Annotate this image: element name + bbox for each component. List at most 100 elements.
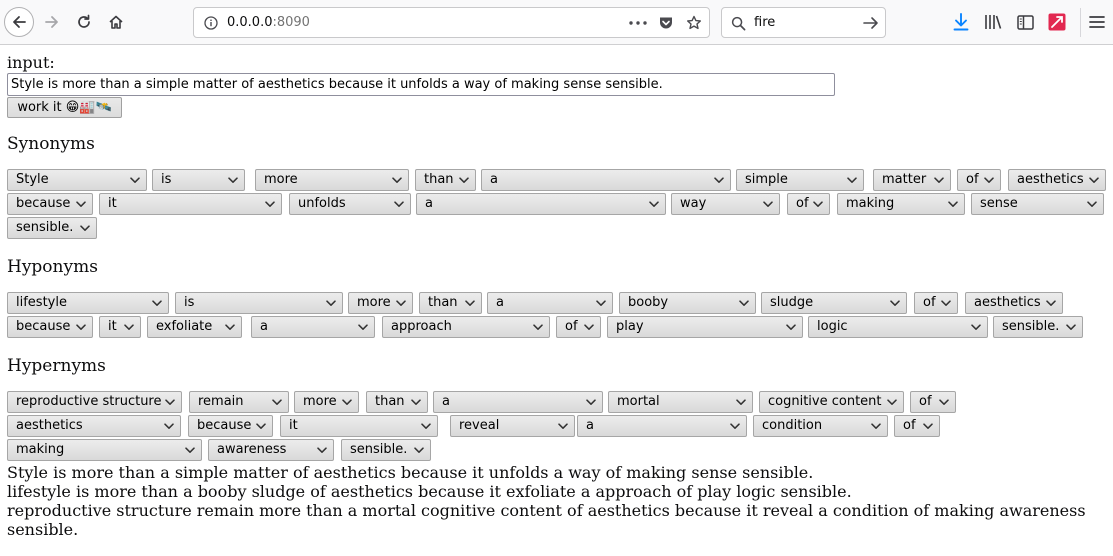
synonyms-word-select[interactable]: sensible. — [7, 217, 97, 239]
hypernyms-word-select[interactable]: of — [894, 415, 940, 437]
hyponyms-word-select[interactable]: more — [348, 292, 413, 314]
more-dots-icon[interactable] — [628, 15, 648, 31]
synonyms-word-select[interactable]: because — [7, 193, 93, 215]
download-icon[interactable] — [952, 13, 970, 31]
synonyms-word-select[interactable]: more — [255, 169, 409, 191]
hyponyms-word-select[interactable]: of — [556, 316, 601, 338]
url-host: 0.0.0.0 — [227, 15, 273, 30]
hyponyms-word-select[interactable]: it — [99, 316, 141, 338]
hyponyms-word-select[interactable]: of — [914, 292, 958, 314]
synonyms-word-select[interactable]: making — [837, 193, 965, 215]
hypernyms-word-select[interactable]: reproductive structure — [7, 391, 182, 413]
hyponyms-word-select[interactable]: is — [175, 292, 343, 314]
info-icon[interactable] — [203, 15, 219, 31]
hypernyms-word-select[interactable]: mortal — [608, 391, 753, 413]
sidebar-icon[interactable] — [1016, 13, 1034, 31]
hypernyms-word-select[interactable]: of — [910, 391, 956, 413]
library-icon[interactable] — [984, 13, 1002, 31]
hypernyms-word-select[interactable]: condition — [753, 415, 888, 437]
hypernyms-word-select[interactable]: a — [433, 391, 603, 413]
chevron-down-icon — [421, 416, 431, 436]
synonyms-word-select[interactable]: is — [152, 169, 245, 191]
chevron-down-icon — [76, 194, 86, 214]
synonyms-word-select[interactable]: of — [787, 193, 830, 215]
hypernyms-word-select[interactable]: a — [577, 415, 747, 437]
chevron-down-icon — [1087, 194, 1097, 214]
chevron-down-icon — [586, 392, 596, 412]
hyponyms-word-select[interactable]: than — [419, 292, 482, 314]
select-value: unfolds — [298, 196, 346, 211]
pocket-icon[interactable] — [657, 14, 675, 32]
chevron-down-icon — [225, 317, 235, 337]
hyponyms-word-select[interactable]: booby — [619, 292, 756, 314]
hyponyms-word-select[interactable]: approach — [382, 316, 550, 338]
sentence-input[interactable]: Style is more than a simple matter of ae… — [7, 73, 835, 96]
select-value: aesthetics — [1017, 172, 1084, 187]
synonyms-word-select[interactable]: Style — [7, 169, 147, 191]
hyponyms-word-select[interactable]: logic — [808, 316, 988, 338]
synonyms-word-select[interactable]: simple — [736, 169, 864, 191]
select-value: sense — [980, 196, 1018, 211]
hypernyms-word-select[interactable]: cognitive content — [759, 391, 904, 413]
hypernyms-word-select[interactable]: awareness — [208, 439, 334, 461]
chevron-down-icon — [152, 293, 162, 313]
synonyms-word-select[interactable]: a — [481, 169, 731, 191]
reload-button[interactable] — [69, 7, 99, 37]
hyponyms-word-select[interactable]: a — [487, 292, 613, 314]
hypernyms-word-select[interactable]: than — [366, 391, 428, 413]
select-value: of — [796, 196, 809, 211]
work-it-button[interactable]: work it 😁🏭🛰️ — [7, 97, 122, 118]
result-line-hyponyms: lifestyle is more than a booby sludge of… — [7, 482, 852, 501]
search-bar[interactable]: fire — [721, 7, 886, 38]
url-text: 0.0.0.0:8090 — [227, 15, 310, 30]
synonyms-word-select[interactable]: of — [957, 169, 1001, 191]
hypernyms-word-select[interactable]: more — [294, 391, 359, 413]
address-bar[interactable]: 0.0.0.0:8090 — [193, 7, 710, 38]
synonyms-word-select[interactable]: it — [99, 193, 282, 215]
hyponyms-title: Hyponyms — [7, 257, 98, 277]
select-value: of — [923, 295, 936, 310]
search-input[interactable]: fire — [754, 15, 775, 30]
select-value: than — [428, 295, 458, 310]
select-value: lifestyle — [16, 295, 67, 310]
hyponyms-word-select[interactable]: a — [251, 316, 375, 338]
chevron-down-icon — [730, 416, 740, 436]
select-value: approach — [391, 319, 452, 334]
hypernyms-word-select[interactable]: it — [280, 415, 438, 437]
back-button[interactable] — [4, 7, 34, 37]
chevron-down-icon — [887, 392, 897, 412]
select-value: logic — [817, 319, 848, 334]
chevron-down-icon — [396, 293, 406, 313]
bookmark-star-icon[interactable] — [685, 14, 703, 32]
chevron-down-icon — [164, 416, 174, 436]
hypernyms-word-select[interactable]: sensible. — [341, 439, 431, 461]
synonyms-word-select[interactable]: aesthetics — [1008, 169, 1106, 191]
hypernyms-word-select[interactable]: reveal — [450, 415, 575, 437]
hyponyms-word-select[interactable]: lifestyle — [7, 292, 169, 314]
home-button[interactable] — [101, 7, 131, 37]
hyponyms-word-select[interactable]: play — [607, 316, 803, 338]
hyponyms-word-select[interactable]: because — [7, 316, 93, 338]
hypernyms-word-select[interactable]: remain — [189, 391, 289, 413]
hypernyms-word-select[interactable]: because — [188, 415, 273, 437]
hyponyms-word-select[interactable]: aesthetics — [965, 292, 1063, 314]
menu-icon[interactable] — [1088, 13, 1106, 31]
addon-icon[interactable] — [1048, 13, 1066, 31]
chevron-down-icon — [890, 293, 900, 313]
synonyms-word-select[interactable]: sense — [971, 193, 1104, 215]
forward-button[interactable] — [37, 7, 67, 37]
synonyms-word-select[interactable]: a — [416, 193, 666, 215]
result-line-hypernyms-continued: sensible. — [7, 520, 79, 539]
chevron-down-icon — [934, 170, 944, 190]
synonyms-word-select[interactable]: matter — [873, 169, 951, 191]
chevron-down-icon — [714, 170, 724, 190]
synonyms-word-select[interactable]: unfolds — [289, 193, 411, 215]
synonyms-word-select[interactable]: than — [415, 169, 476, 191]
hyponyms-word-select[interactable]: sludge — [761, 292, 907, 314]
synonyms-word-select[interactable]: way — [671, 193, 780, 215]
hyponyms-word-select[interactable]: sensible. — [993, 316, 1083, 338]
hyponyms-word-select[interactable]: exfoliate — [147, 316, 242, 338]
hypernyms-word-select[interactable]: making — [7, 439, 202, 461]
hypernyms-word-select[interactable]: aesthetics — [7, 415, 181, 437]
go-arrow-icon[interactable] — [862, 15, 880, 31]
